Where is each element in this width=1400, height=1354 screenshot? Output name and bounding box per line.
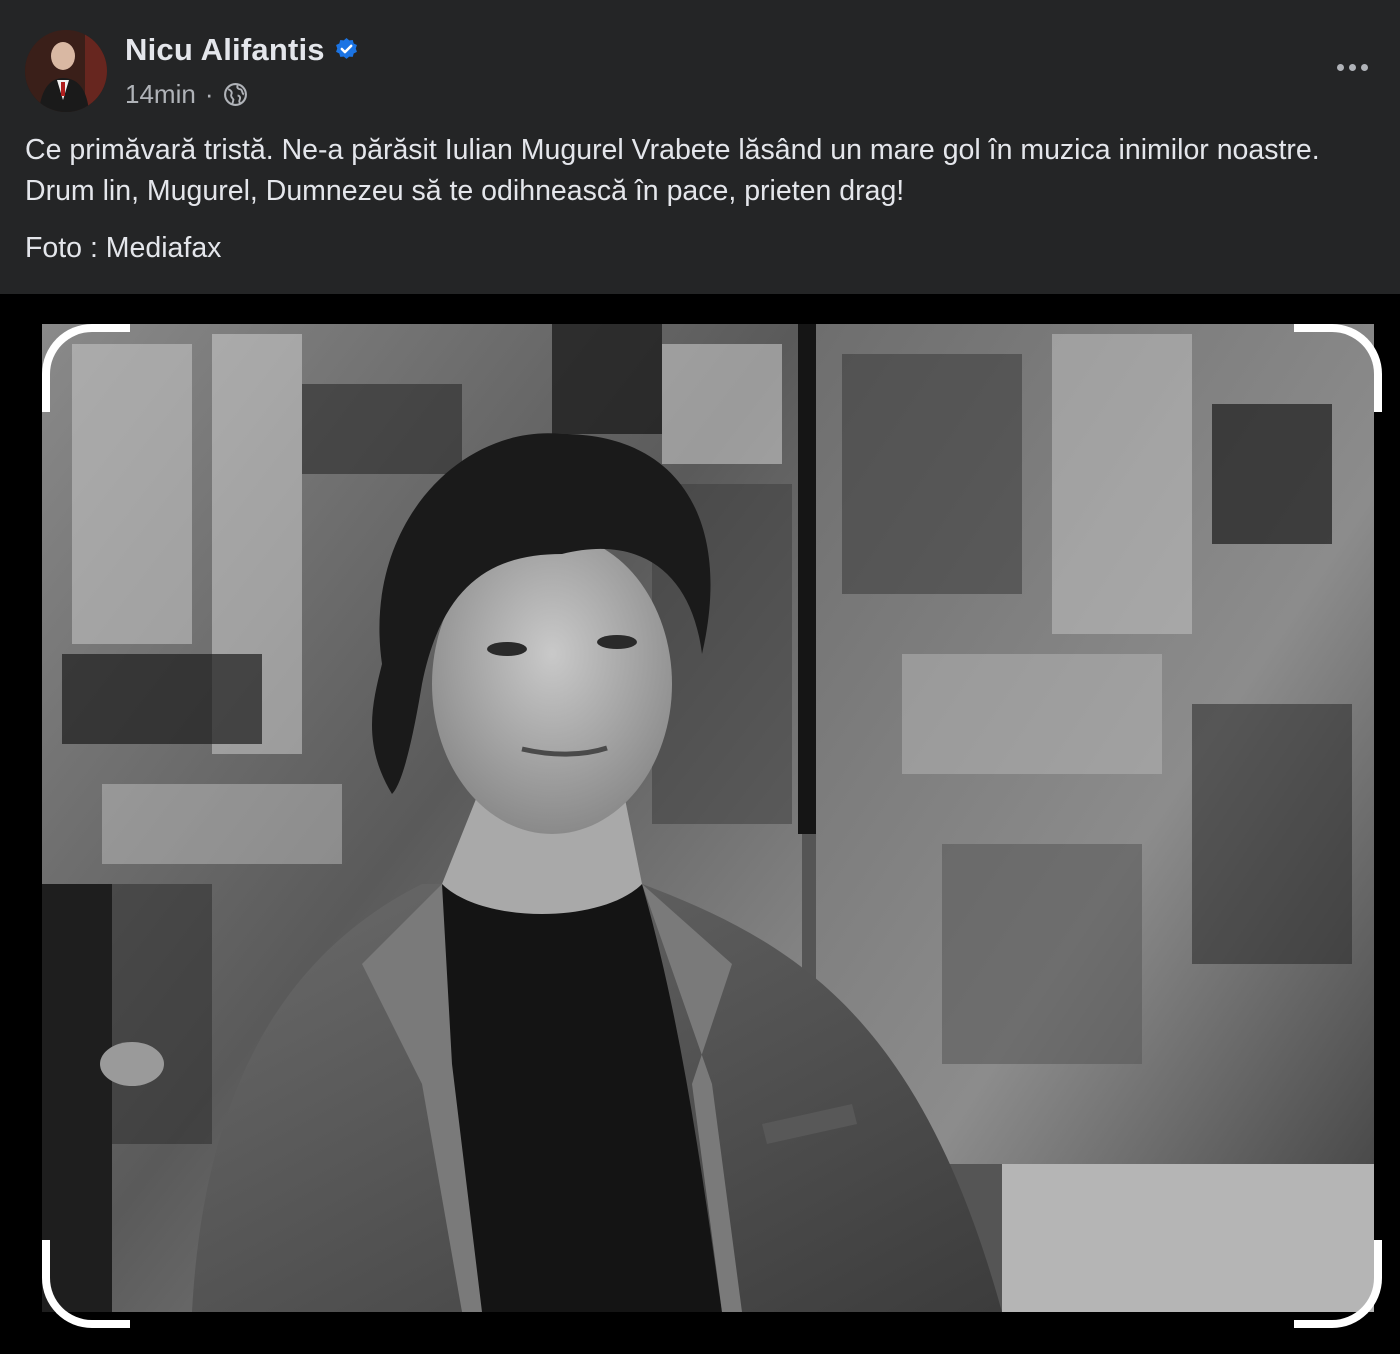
author-name[interactable]: Nicu Alifantis [125,30,325,70]
author-avatar[interactable] [25,30,107,112]
post-timestamp[interactable]: 14min [125,79,196,110]
ellipsis-icon [1348,63,1356,71]
frame-corner-bottom-left [42,1240,130,1328]
ellipsis-icon [1336,63,1344,71]
post-photo-area[interactable] [0,294,1400,1354]
avatar-photo-icon [25,30,107,112]
meta-separator: · [204,78,214,109]
portrait-photo-image [42,324,1374,1312]
ellipsis-icon [1360,63,1368,71]
verified-badge-icon [336,38,357,59]
post-meta: 14min · [125,76,248,112]
post-text: Ce primăvară tristă. Ne-a părăsit Iulian… [25,134,1320,207]
globe-icon[interactable] [223,82,248,107]
frame-corner-bottom-right [1294,1240,1382,1328]
post-options-button[interactable] [1328,50,1376,84]
photo-credit: Foto : Mediafax [25,232,222,264]
black-and-white-portrait-photo[interactable] [42,324,1374,1312]
post-card: Nicu Alifantis 14min · Ce primăvară tris… [0,0,1400,294]
